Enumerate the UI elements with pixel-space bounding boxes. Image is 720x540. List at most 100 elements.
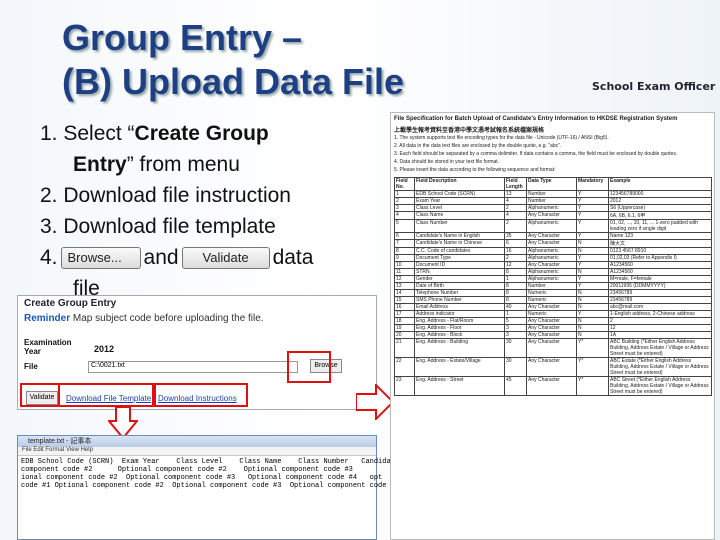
spec-table-cell: Y xyxy=(576,232,609,240)
spec-table-row: 19 Eng. Address - Floor 3 Any Character N 12 xyxy=(394,324,712,332)
spec-table-cell: Any Character xyxy=(526,324,577,332)
spec-table-cell: 2 xyxy=(504,204,527,212)
spec-table-row: 6 Candidate's Name in English 35 Any Charac… xyxy=(394,232,712,240)
spec-table-cell: abc@mail.com xyxy=(608,303,712,311)
spec-table-cell: Y* xyxy=(576,338,609,358)
step-1-cont: Entry” from menu xyxy=(73,153,240,176)
spec-table-row: 17 Address indicator 1 Numeric Y 1-English ad… xyxy=(394,310,712,318)
title-line-1: Group Entry – xyxy=(62,17,303,58)
spec-table-cell: 23456789 xyxy=(608,289,712,297)
spec-table-cell: 9 xyxy=(394,254,415,262)
form-reminder: Reminder Map subject code before uploadi… xyxy=(24,313,264,324)
spec-table-cell: Address indicator xyxy=(414,310,505,318)
spec-table-cell: 123456789000 xyxy=(608,190,712,198)
spec-table-cell: Y xyxy=(576,275,609,283)
spec-table-cell: 1 xyxy=(394,190,415,198)
spec-table-cell: Numeric xyxy=(526,310,577,318)
spec-table-row: 3 Class Level 2 Alphanumeric Y S6 (Uppercase) xyxy=(394,204,712,212)
browse-button-image[interactable]: Browse... xyxy=(60,247,141,270)
spec-table-row: 8 C.C. Code of candidates 16 Alphanumeric N 0… xyxy=(394,247,712,255)
doc-instruction: 2. All data in the data text files are e… xyxy=(394,143,562,149)
spec-table-cell: Eng. Address - Block xyxy=(414,331,505,339)
spec-table-cell: 23 xyxy=(394,376,415,396)
spec-table-cell: 11 xyxy=(394,268,415,276)
spec-table-cell: Eng. Address - Estate/Village xyxy=(414,357,505,377)
doc-instruction: 3. Each field should be separated by a c… xyxy=(394,151,678,157)
form-heading: Create Group Entry xyxy=(24,298,117,309)
spec-table-cell: N xyxy=(576,331,609,339)
spec-table-row: 22 Eng. Address - Estate/Village 30 Any Cha… xyxy=(394,357,712,377)
spec-table-cell: 4 xyxy=(504,197,527,205)
spec-table-cell: 12 xyxy=(504,261,527,269)
spec-table-row: 13 Date of Birth 8 Number Y 20011995 (DDMMYYY… xyxy=(394,282,712,290)
notepad-titlebar: template.txt - 記事本 xyxy=(18,436,376,447)
spec-table-cell: 8 xyxy=(504,268,527,276)
spec-table-cell: 12 xyxy=(394,275,415,283)
spec-table-cell: Eng. Address - Building xyxy=(414,338,505,358)
spec-table-row: 14 Telephone Number 8 Numeric N 23456789 xyxy=(394,289,712,297)
spec-table-row: 23 Eng. Address - Street 45 Any Character Y*… xyxy=(394,376,712,396)
spec-table-cell: 18 xyxy=(394,317,415,325)
spec-table-cell: 45 xyxy=(504,376,527,396)
spec-table-cell: 10 xyxy=(394,261,415,269)
file-label: File xyxy=(24,362,38,371)
spec-table-cell: Candidate's Name in English xyxy=(414,232,505,240)
doc-instruction: 4. Data should be stored in your text fi… xyxy=(394,159,500,165)
spec-table-cell: EDB School Code (SCRN) xyxy=(414,190,505,198)
spec-table-cell: Any Character xyxy=(526,211,577,220)
spec-table-cell: Any Character xyxy=(526,261,577,269)
spec-table-cell: Alphanumeric xyxy=(526,204,577,212)
spec-table-cell: 22 xyxy=(394,357,415,377)
spec-table-cell: N xyxy=(576,317,609,325)
spec-table-cell: 2 xyxy=(394,197,415,205)
spec-table-cell: 01, 02, ..., 10, 11, ... 1-zero padded w… xyxy=(608,219,712,233)
spec-table-cell: 2012 xyxy=(608,197,712,205)
spec-table-cell: 40 xyxy=(504,303,527,311)
title-line-2: (B) Upload Data File xyxy=(62,61,405,102)
spec-table-cell: 6 xyxy=(504,239,527,248)
exam-year-value: 2012 xyxy=(94,344,115,354)
file-input[interactable]: C:\0021.txt xyxy=(88,361,298,373)
spec-table-cell: Exam Year xyxy=(414,197,505,205)
spec-table-cell: 30 xyxy=(504,338,527,358)
notepad-window: template.txt - 記事本 File Edit Format View… xyxy=(17,435,399,540)
spec-table-cell: ABC Street (*Either English Address Buil… xyxy=(608,376,712,396)
spec-table-cell: 陳大文 xyxy=(608,239,712,248)
highlight-instructions xyxy=(154,383,248,407)
exam-year-label: Examination Year xyxy=(24,338,72,356)
spec-table-cell: Any Character xyxy=(526,303,577,311)
spec-table-cell: Y xyxy=(576,211,609,220)
spec-table-row: 16 Email Address 40 Any Character Nabc@mail.… xyxy=(394,303,712,311)
spec-table-header: Field No. Field Description Field Length… xyxy=(394,177,712,191)
spec-table-cell: 1A xyxy=(608,331,712,339)
spec-table-cell: Any Character xyxy=(526,357,577,377)
spec-table-cell: ABC Estate (*Either English Address Buil… xyxy=(608,357,712,377)
spec-table-cell: Telephone Number xyxy=(414,289,505,297)
spec-table-cell: 8 xyxy=(394,247,415,255)
spec-table-cell: M=male, F=female xyxy=(608,275,712,283)
spec-table-row: 20 Eng. Address - Block 3 Any Character N 1A xyxy=(394,331,712,339)
spec-table-cell: Y xyxy=(576,261,609,269)
spec-table-cell: Date of Birth xyxy=(414,282,505,290)
spec-table-cell: 7 xyxy=(394,239,415,248)
validate-button-image[interactable]: Validate xyxy=(181,247,270,270)
spec-table-row: 11 STRN 8 Alphanumeric N A1234560 xyxy=(394,268,712,276)
spec-table-cell: 4 xyxy=(504,211,527,220)
spec-table-cell: Number xyxy=(526,190,577,198)
file-specification-document: File Specification for Batch Upload of C… xyxy=(390,112,715,540)
spec-table-cell: 8 xyxy=(504,289,527,297)
spec-table-cell: Class Number xyxy=(414,219,505,233)
spec-table-cell: 6A, 6B, 6.1, 6甲 xyxy=(608,211,712,220)
spec-table-cell: Alphanumeric xyxy=(526,254,577,262)
spec-table-cell: N xyxy=(576,289,609,297)
spec-table-cell: N xyxy=(576,268,609,276)
notepad-menubar[interactable]: File Edit Format View Help xyxy=(18,447,376,456)
spec-table-cell: Eng. Address - Floor xyxy=(414,324,505,332)
spec-table-cell: C.C. Code of candidates xyxy=(414,247,505,255)
doc-instruction: 5. Please insert the data according to t… xyxy=(394,167,556,173)
spec-table-cell: 17 xyxy=(394,310,415,318)
highlight-template xyxy=(58,383,154,407)
notepad-content[interactable]: EDB School Code (SCRN) Exam Year Class L… xyxy=(18,456,399,492)
spec-table-cell: Name 123 xyxy=(608,232,712,240)
step-2: 2. Download file instruction xyxy=(40,184,291,207)
